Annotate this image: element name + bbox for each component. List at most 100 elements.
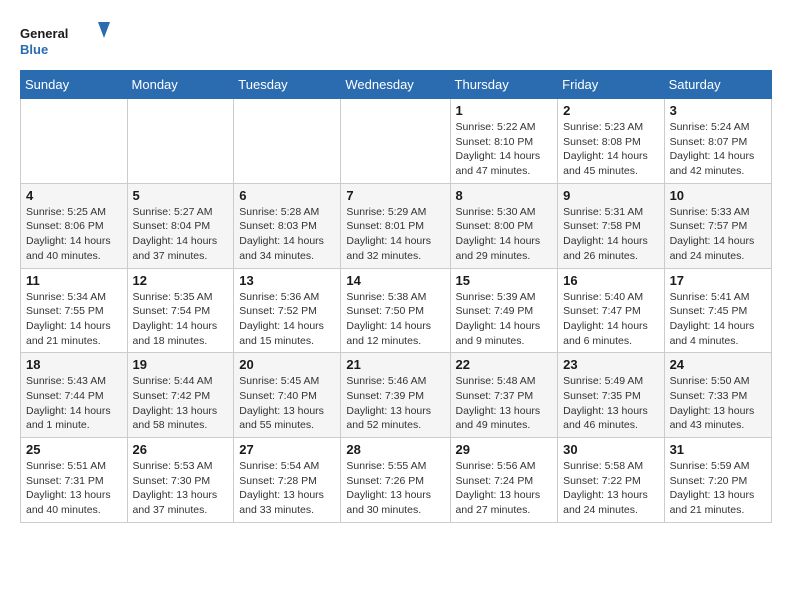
day-info: Sunrise: 5:25 AM Sunset: 8:06 PM Dayligh… xyxy=(26,205,122,264)
day-number: 22 xyxy=(456,357,553,372)
day-number: 3 xyxy=(670,103,766,118)
day-number: 19 xyxy=(133,357,229,372)
calendar-table: SundayMondayTuesdayWednesdayThursdayFrid… xyxy=(20,70,772,523)
day-number: 18 xyxy=(26,357,122,372)
calendar-cell: 26 Sunrise: 5:53 AM Sunset: 7:30 PM Dayli… xyxy=(127,438,234,523)
calendar-cell: 13 Sunrise: 5:36 AM Sunset: 7:52 PM Dayli… xyxy=(234,268,341,353)
day-info: Sunrise: 5:40 AM Sunset: 7:47 PM Dayligh… xyxy=(563,290,658,349)
day-number: 28 xyxy=(346,442,444,457)
calendar-cell: 9 Sunrise: 5:31 AM Sunset: 7:58 PM Daylig… xyxy=(558,183,664,268)
day-info: Sunrise: 5:34 AM Sunset: 7:55 PM Dayligh… xyxy=(26,290,122,349)
day-info: Sunrise: 5:36 AM Sunset: 7:52 PM Dayligh… xyxy=(239,290,335,349)
calendar-cell: 2Sunrise: 5:23 AM Sunset: 8:08 PM Daylig… xyxy=(558,99,664,184)
day-info: Sunrise: 5:58 AM Sunset: 7:22 PM Dayligh… xyxy=(563,459,658,518)
day-number: 17 xyxy=(670,273,766,288)
calendar-week-3: 11Sunrise: 5:34 AM Sunset: 7:55 PM Dayli… xyxy=(21,268,772,353)
day-info: Sunrise: 5:33 AM Sunset: 7:57 PM Dayligh… xyxy=(670,205,766,264)
day-number: 21 xyxy=(346,357,444,372)
calendar-cell: 20Sunrise: 5:45 AM Sunset: 7:40 PM Dayli… xyxy=(234,353,341,438)
day-info: Sunrise: 5:53 AM Sunset: 7:30 PM Dayligh… xyxy=(133,459,229,518)
weekday-header-friday: Friday xyxy=(558,71,664,99)
calendar-cell: 19 Sunrise: 5:44 AM Sunset: 7:42 PM Dayli… xyxy=(127,353,234,438)
day-info: Sunrise: 5:30 AM Sunset: 8:00 PM Dayligh… xyxy=(456,205,553,264)
day-info: Sunrise: 5:49 AM Sunset: 7:35 PM Dayligh… xyxy=(563,374,658,433)
day-info: Sunrise: 5:31 AM Sunset: 7:58 PM Dayligh… xyxy=(563,205,658,264)
weekday-header-wednesday: Wednesday xyxy=(341,71,450,99)
day-number: 14 xyxy=(346,273,444,288)
day-info: Sunrise: 5:39 AM Sunset: 7:49 PM Dayligh… xyxy=(456,290,553,349)
day-info: Sunrise: 5:35 AM Sunset: 7:54 PM Dayligh… xyxy=(133,290,229,349)
calendar-cell: 17 Sunrise: 5:41 AM Sunset: 7:45 PM Dayli… xyxy=(664,268,771,353)
weekday-header-thursday: Thursday xyxy=(450,71,558,99)
calendar-cell: 16 Sunrise: 5:40 AM Sunset: 7:47 PM Dayli… xyxy=(558,268,664,353)
day-info: Sunrise: 5:59 AM Sunset: 7:20 PM Dayligh… xyxy=(670,459,766,518)
day-number: 8 xyxy=(456,188,553,203)
day-info: Sunrise: 5:44 AM Sunset: 7:42 PM Dayligh… xyxy=(133,374,229,433)
day-number: 12 xyxy=(133,273,229,288)
day-info: Sunrise: 5:24 AM Sunset: 8:07 PM Dayligh… xyxy=(670,120,766,179)
calendar-week-1: 1 Sunrise: 5:22 AM Sunset: 8:10 PM Daylig… xyxy=(21,99,772,184)
page-header: General Blue xyxy=(20,20,772,60)
calendar-cell: 10 Sunrise: 5:33 AM Sunset: 7:57 PM Dayli… xyxy=(664,183,771,268)
day-info: Sunrise: 5:28 AM Sunset: 8:03 PM Dayligh… xyxy=(239,205,335,264)
calendar-cell: 5 Sunrise: 5:27 AM Sunset: 8:04 PM Daylig… xyxy=(127,183,234,268)
day-number: 15 xyxy=(456,273,553,288)
day-number: 7 xyxy=(346,188,444,203)
day-info: Sunrise: 5:43 AM Sunset: 7:44 PM Dayligh… xyxy=(26,374,122,433)
calendar-cell xyxy=(234,99,341,184)
day-info: Sunrise: 5:38 AM Sunset: 7:50 PM Dayligh… xyxy=(346,290,444,349)
weekday-header-monday: Monday xyxy=(127,71,234,99)
day-number: 23 xyxy=(563,357,658,372)
calendar-cell: 12 Sunrise: 5:35 AM Sunset: 7:54 PM Dayli… xyxy=(127,268,234,353)
calendar-cell: 24 Sunrise: 5:50 AM Sunset: 7:33 PM Dayli… xyxy=(664,353,771,438)
day-number: 13 xyxy=(239,273,335,288)
day-info: Sunrise: 5:22 AM Sunset: 8:10 PM Dayligh… xyxy=(456,120,553,179)
day-number: 9 xyxy=(563,188,658,203)
calendar-cell xyxy=(341,99,450,184)
calendar-cell: 21 Sunrise: 5:46 AM Sunset: 7:39 PM Dayli… xyxy=(341,353,450,438)
day-info: Sunrise: 5:46 AM Sunset: 7:39 PM Dayligh… xyxy=(346,374,444,433)
day-info: Sunrise: 5:41 AM Sunset: 7:45 PM Dayligh… xyxy=(670,290,766,349)
day-info: Sunrise: 5:56 AM Sunset: 7:24 PM Dayligh… xyxy=(456,459,553,518)
calendar-cell: 22 Sunrise: 5:48 AM Sunset: 7:37 PM Dayli… xyxy=(450,353,558,438)
day-number: 5 xyxy=(133,188,229,203)
calendar-cell: 15 Sunrise: 5:39 AM Sunset: 7:49 PM Dayli… xyxy=(450,268,558,353)
day-number: 24 xyxy=(670,357,766,372)
day-number: 10 xyxy=(670,188,766,203)
day-number: 30 xyxy=(563,442,658,457)
weekday-header-saturday: Saturday xyxy=(664,71,771,99)
calendar-cell: 29 Sunrise: 5:56 AM Sunset: 7:24 PM Dayli… xyxy=(450,438,558,523)
day-info: Sunrise: 5:27 AM Sunset: 8:04 PM Dayligh… xyxy=(133,205,229,264)
day-info: Sunrise: 5:54 AM Sunset: 7:28 PM Dayligh… xyxy=(239,459,335,518)
calendar-cell: 31 Sunrise: 5:59 AM Sunset: 7:20 PM Dayli… xyxy=(664,438,771,523)
calendar-cell: 30 Sunrise: 5:58 AM Sunset: 7:22 PM Dayli… xyxy=(558,438,664,523)
day-number: 2 xyxy=(563,103,658,118)
day-number: 26 xyxy=(133,442,229,457)
day-number: 31 xyxy=(670,442,766,457)
day-number: 29 xyxy=(456,442,553,457)
calendar-cell: 27 Sunrise: 5:54 AM Sunset: 7:28 PM Dayli… xyxy=(234,438,341,523)
svg-text:General: General xyxy=(20,26,68,41)
day-number: 1 xyxy=(456,103,553,118)
day-info: Sunrise: 5:48 AM Sunset: 7:37 PM Dayligh… xyxy=(456,374,553,433)
calendar-cell: 1 Sunrise: 5:22 AM Sunset: 8:10 PM Daylig… xyxy=(450,99,558,184)
day-number: 27 xyxy=(239,442,335,457)
calendar-cell: 23 Sunrise: 5:49 AM Sunset: 7:35 PM Dayli… xyxy=(558,353,664,438)
day-info: Sunrise: 5:50 AM Sunset: 7:33 PM Dayligh… xyxy=(670,374,766,433)
calendar-week-4: 18 Sunrise: 5:43 AM Sunset: 7:44 PM Dayli… xyxy=(21,353,772,438)
day-number: 25 xyxy=(26,442,122,457)
calendar-cell: 14 Sunrise: 5:38 AM Sunset: 7:50 PM Dayli… xyxy=(341,268,450,353)
day-number: 16 xyxy=(563,273,658,288)
calendar-header-row: SundayMondayTuesdayWednesdayThursdayFrid… xyxy=(21,71,772,99)
calendar-cell: 7 Sunrise: 5:29 AM Sunset: 8:01 PM Daylig… xyxy=(341,183,450,268)
calendar-cell xyxy=(127,99,234,184)
day-info: Sunrise: 5:55 AM Sunset: 7:26 PM Dayligh… xyxy=(346,459,444,518)
day-info: Sunrise: 5:29 AM Sunset: 8:01 PM Dayligh… xyxy=(346,205,444,264)
calendar-cell: 18 Sunrise: 5:43 AM Sunset: 7:44 PM Dayli… xyxy=(21,353,128,438)
calendar-week-5: 25 Sunrise: 5:51 AM Sunset: 7:31 PM Dayli… xyxy=(21,438,772,523)
logo: General Blue xyxy=(20,20,110,60)
day-info: Sunrise: 5:51 AM Sunset: 7:31 PM Dayligh… xyxy=(26,459,122,518)
calendar-cell xyxy=(21,99,128,184)
calendar-cell: 28 Sunrise: 5:55 AM Sunset: 7:26 PM Dayli… xyxy=(341,438,450,523)
calendar-cell: 4Sunrise: 5:25 AM Sunset: 8:06 PM Daylig… xyxy=(21,183,128,268)
